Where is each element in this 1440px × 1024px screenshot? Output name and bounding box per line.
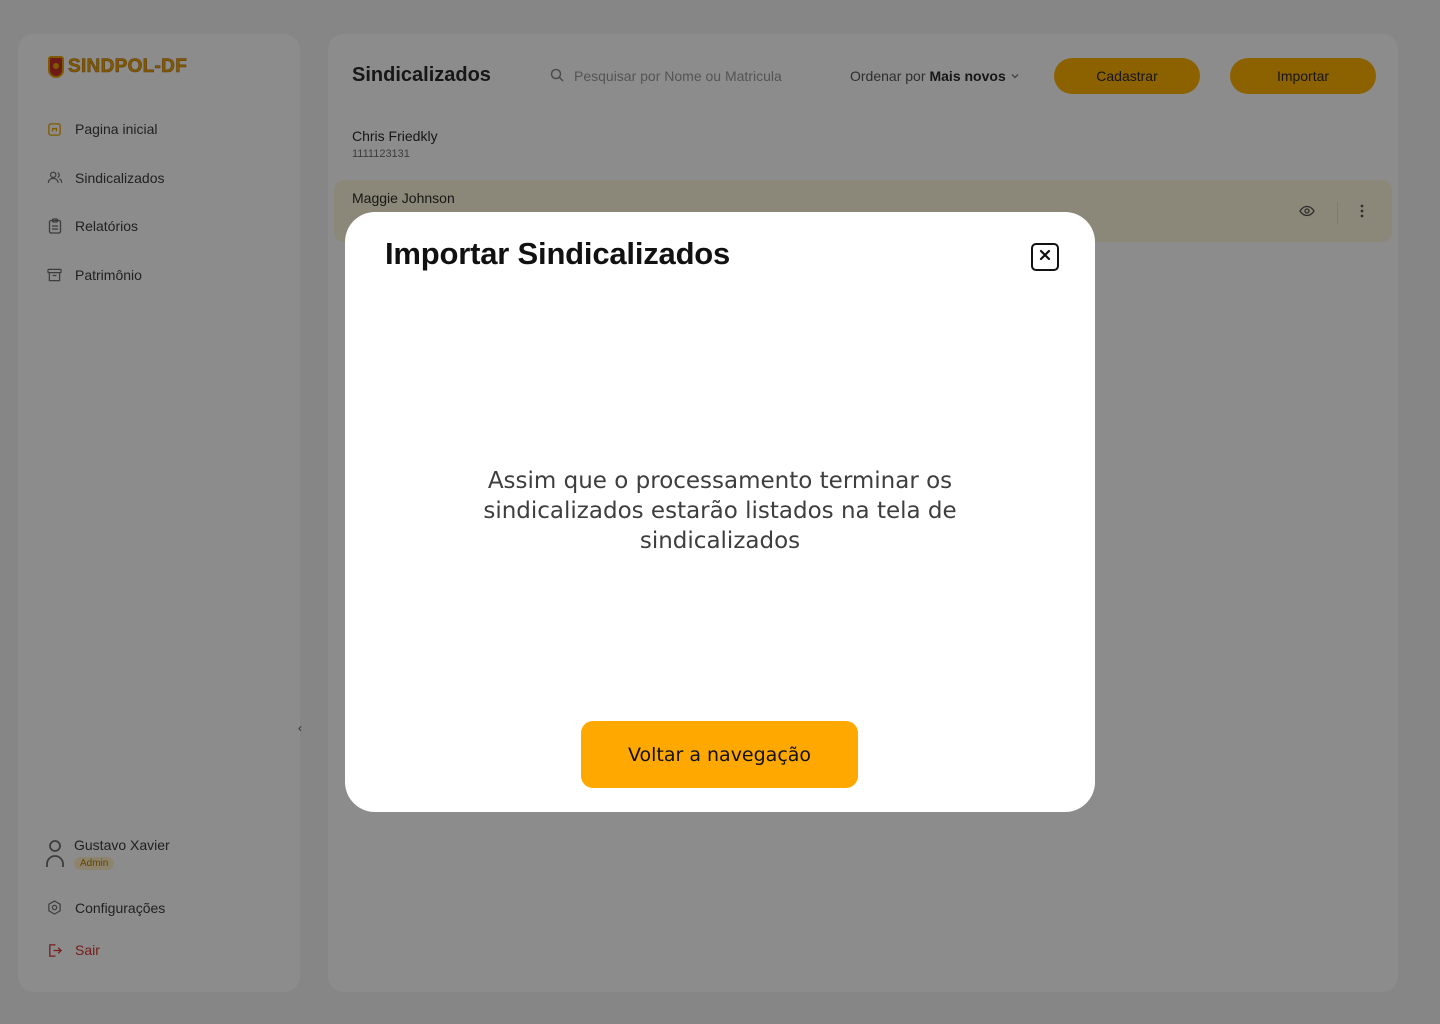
modal-message: Assim que o processamento terminar os si…: [483, 468, 957, 554]
modal-title: Importar Sindicalizados: [385, 236, 731, 271]
back-to-navigation-button[interactable]: Voltar a navegação: [581, 721, 858, 788]
close-icon: [1039, 248, 1051, 266]
close-button[interactable]: [1031, 243, 1059, 271]
import-modal: Importar Sindicalizados Assim que o proc…: [345, 212, 1095, 812]
